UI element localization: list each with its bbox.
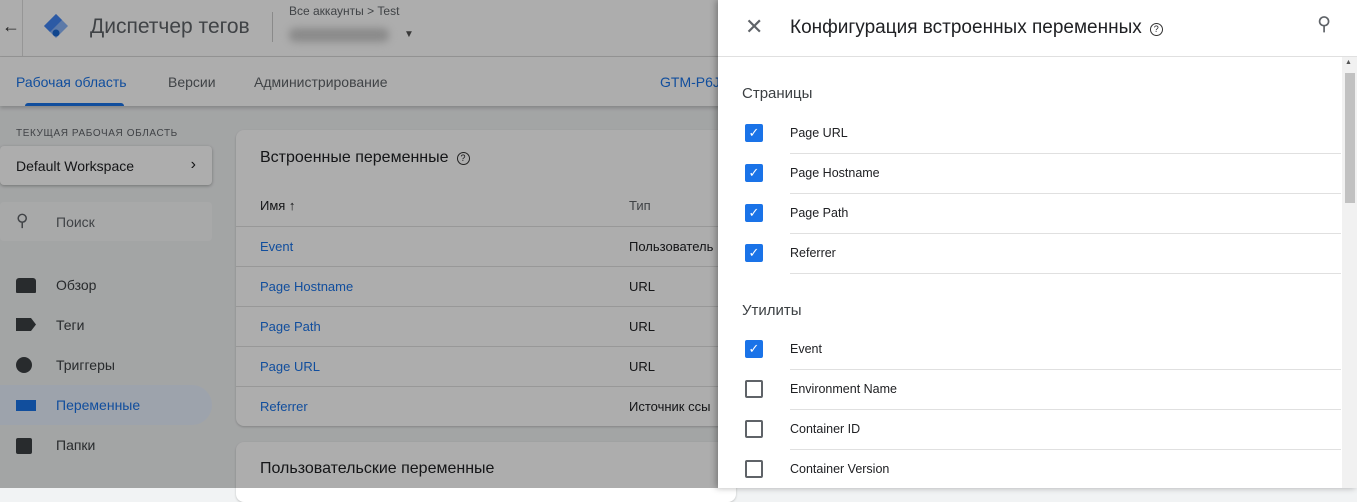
section-title: Утилиты: [742, 302, 802, 319]
search-icon[interactable]: ⚲: [1317, 13, 1331, 36]
checkbox-label: Container Version: [790, 462, 890, 476]
scroll-up-icon[interactable]: ▲: [1345, 59, 1352, 66]
checkbox-label: Environment Name: [790, 382, 897, 396]
panel-header: ✕ Конфигурация встроенных переменных? ⚲: [718, 0, 1357, 57]
scrollbar[interactable]: ▲: [1342, 57, 1357, 488]
divider: [790, 409, 1341, 410]
checkbox-label: Page Hostname: [790, 166, 880, 180]
checkbox-label: Container ID: [790, 422, 861, 436]
checkbox-label: Page URL: [790, 126, 848, 140]
divider: [790, 153, 1341, 154]
panel-title: Конфигурация встроенных переменных?: [790, 17, 1163, 39]
checkbox-environment-name[interactable]: [745, 380, 763, 398]
builtin-config-panel: ✕ Конфигурация встроенных переменных? ⚲ …: [718, 0, 1357, 488]
divider: [790, 273, 1341, 274]
checkbox-label: Event: [790, 342, 822, 356]
divider: [790, 233, 1341, 234]
checkbox-referrer[interactable]: ✓: [745, 244, 763, 262]
checkbox-container-version[interactable]: [745, 460, 763, 478]
close-icon[interactable]: ✕: [745, 14, 763, 40]
checkbox-label: Page Path: [790, 206, 849, 220]
checkbox-event[interactable]: ✓: [745, 340, 763, 358]
checkbox-page-path[interactable]: ✓: [745, 204, 763, 222]
scrollbar-thumb[interactable]: [1345, 73, 1355, 203]
checkbox-page-url[interactable]: ✓: [745, 124, 763, 142]
divider: [790, 449, 1341, 450]
checkbox-label: Referrer: [790, 246, 836, 260]
checkbox-page-hostname[interactable]: ✓: [745, 164, 763, 182]
divider: [790, 369, 1341, 370]
modal-scrim[interactable]: [0, 0, 718, 488]
checkbox-container-id[interactable]: [745, 420, 763, 438]
divider: [790, 193, 1341, 194]
section-title: Страницы: [742, 85, 813, 102]
help-icon[interactable]: ?: [1149, 23, 1163, 36]
